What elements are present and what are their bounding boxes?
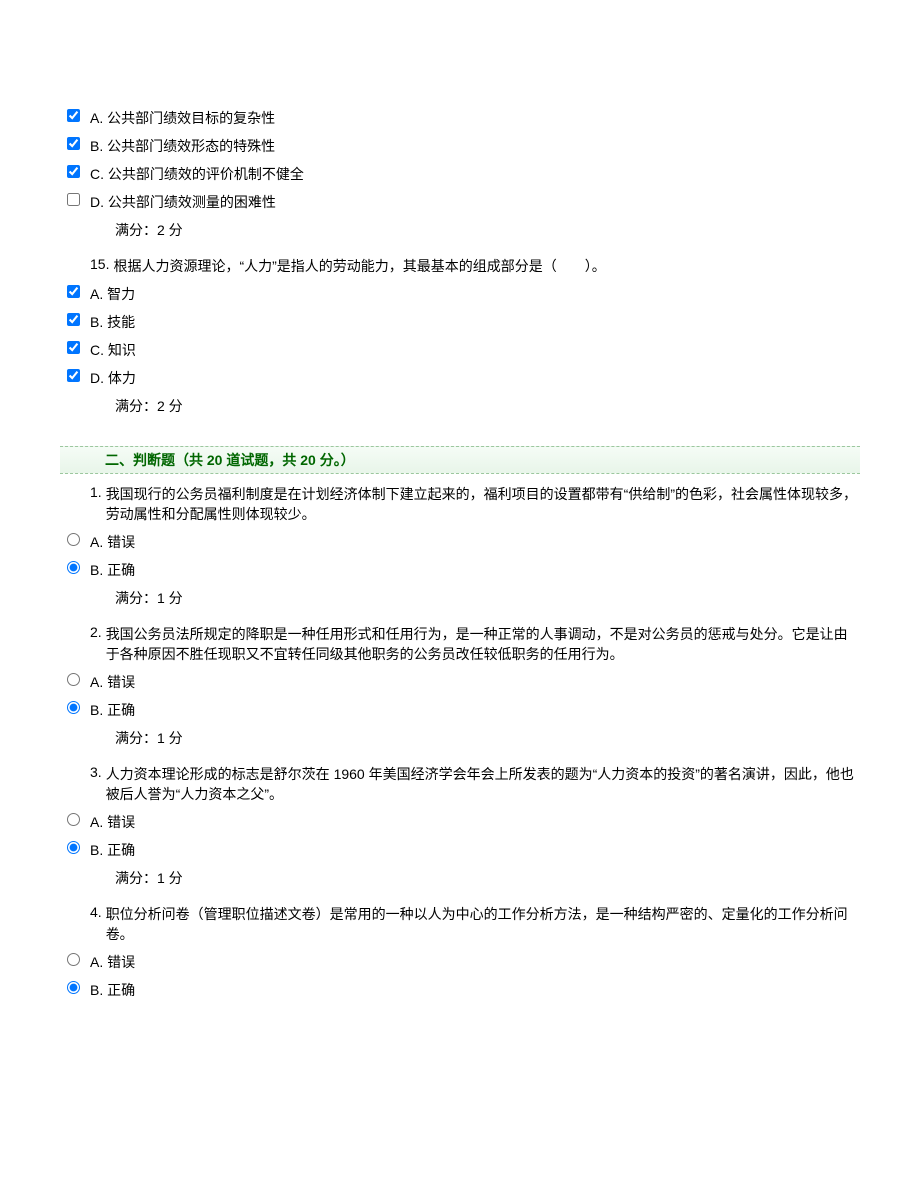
tf-q1-option-b-text: B. 正确	[86, 560, 135, 580]
tf-q2-option-a-row: A. 错误	[60, 672, 860, 692]
tf-q4-option-b-text: B. 正确	[86, 980, 135, 1000]
tf-q2-option-b-text: B. 正确	[86, 700, 135, 720]
q14-option-d-row: D. 公共部门绩效测量的困难性	[60, 192, 860, 212]
tf-q1-text: 我国现行的公务员福利制度是在计划经济体制下建立起来的，福利项目的设置都带有“供给…	[106, 484, 860, 524]
q15-option-c-checkbox[interactable]	[67, 341, 80, 354]
q14-option-c-row: C. 公共部门绩效的评价机制不健全	[60, 164, 860, 184]
tf-q3-option-a-row: A. 错误	[60, 812, 860, 832]
q15-option-c-row: C. 知识	[60, 340, 860, 360]
q14-option-c-text: C. 公共部门绩效的评价机制不健全	[86, 164, 304, 184]
q15-option-d-row: D. 体力	[60, 368, 860, 388]
q15-option-a-text: A. 智力	[86, 284, 135, 304]
tf-q1-option-b-radio[interactable]	[67, 561, 80, 574]
q15-option-c-text: C. 知识	[86, 340, 136, 360]
q15-option-b-checkbox[interactable]	[67, 313, 80, 326]
q15-option-d-checkbox[interactable]	[67, 369, 80, 382]
q14-option-b-row: B. 公共部门绩效形态的特殊性	[60, 136, 860, 156]
tf-q3-question: 3. 人力资本理论形成的标志是舒尔茨在 1960 年美国经济学会年会上所发表的题…	[60, 764, 860, 804]
tf-q4-text: 职位分析问卷（管理职位描述文卷）是常用的一种以人为中心的工作分析方法，是一种结构…	[106, 904, 860, 944]
section-2-header: 二、判断题（共 20 道试题，共 20 分。）	[60, 446, 860, 474]
q14-option-a-text: A. 公共部门绩效目标的复杂性	[86, 108, 275, 128]
tf-q4-option-a-text: A. 错误	[86, 952, 135, 972]
tf-q2-text: 我国公务员法所规定的降职是一种任用形式和任用行为，是一种正常的人事调动，不是对公…	[106, 624, 860, 664]
tf-q4-option-b-row: B. 正确	[60, 980, 860, 1000]
tf-q4-number: 4.	[90, 904, 106, 944]
q14-option-a-checkbox[interactable]	[67, 109, 80, 122]
q15-option-d-text: D. 体力	[86, 368, 136, 388]
tf-q2-number: 2.	[90, 624, 106, 664]
tf-q1-question: 1. 我国现行的公务员福利制度是在计划经济体制下建立起来的，福利项目的设置都带有…	[60, 484, 860, 524]
tf-q4-question: 4. 职位分析问卷（管理职位描述文卷）是常用的一种以人为中心的工作分析方法，是一…	[60, 904, 860, 944]
q15-option-b-row: B. 技能	[60, 312, 860, 332]
tf-q2-option-b-radio[interactable]	[67, 701, 80, 714]
tf-q1-number: 1.	[90, 484, 106, 524]
q14-option-c-checkbox[interactable]	[67, 165, 80, 178]
tf-q3-option-b-text: B. 正确	[86, 840, 135, 860]
q15-score: 满分：2 分	[60, 396, 860, 416]
q14-option-a-row: A. 公共部门绩效目标的复杂性	[60, 108, 860, 128]
q14-option-d-checkbox[interactable]	[67, 193, 80, 206]
tf-q1-option-a-text: A. 错误	[86, 532, 135, 552]
tf-q3-option-a-radio[interactable]	[67, 813, 80, 826]
page-content: A. 公共部门绩效目标的复杂性 B. 公共部门绩效形态的特殊性 C. 公共部门绩…	[0, 0, 920, 1038]
tf-q3-text: 人力资本理论形成的标志是舒尔茨在 1960 年美国经济学会年会上所发表的题为“人…	[106, 764, 860, 804]
tf-q1-score: 满分：1 分	[60, 588, 860, 608]
tf-q4-option-a-row: A. 错误	[60, 952, 860, 972]
tf-q4-option-a-radio[interactable]	[67, 953, 80, 966]
tf-q2-score: 满分：1 分	[60, 728, 860, 748]
q14-option-d-text: D. 公共部门绩效测量的困难性	[86, 192, 276, 212]
q15-number: 15.	[90, 256, 113, 276]
tf-q2-question: 2. 我国公务员法所规定的降职是一种任用形式和任用行为，是一种正常的人事调动，不…	[60, 624, 860, 664]
tf-q1-option-a-row: A. 错误	[60, 532, 860, 552]
tf-q3-option-b-row: B. 正确	[60, 840, 860, 860]
q15-text: 根据人力资源理论，“人力”是指人的劳动能力，其最基本的组成部分是（ ）。	[113, 256, 605, 276]
tf-q2-option-a-radio[interactable]	[67, 673, 80, 686]
tf-q3-option-a-text: A. 错误	[86, 812, 135, 832]
tf-q3-option-b-radio[interactable]	[67, 841, 80, 854]
tf-q1-option-a-radio[interactable]	[67, 533, 80, 546]
q14-option-b-text: B. 公共部门绩效形态的特殊性	[86, 136, 275, 156]
q14-option-b-checkbox[interactable]	[67, 137, 80, 150]
tf-q4-option-b-radio[interactable]	[67, 981, 80, 994]
tf-q3-score: 满分：1 分	[60, 868, 860, 888]
q15-question: 15. 根据人力资源理论，“人力”是指人的劳动能力，其最基本的组成部分是（ ）。	[60, 256, 860, 276]
tf-q1-option-b-row: B. 正确	[60, 560, 860, 580]
tf-q2-option-a-text: A. 错误	[86, 672, 135, 692]
q15-option-b-text: B. 技能	[86, 312, 135, 332]
tf-q2-option-b-row: B. 正确	[60, 700, 860, 720]
q14-score: 满分：2 分	[60, 220, 860, 240]
q15-option-a-row: A. 智力	[60, 284, 860, 304]
q15-option-a-checkbox[interactable]	[67, 285, 80, 298]
tf-q3-number: 3.	[90, 764, 106, 804]
